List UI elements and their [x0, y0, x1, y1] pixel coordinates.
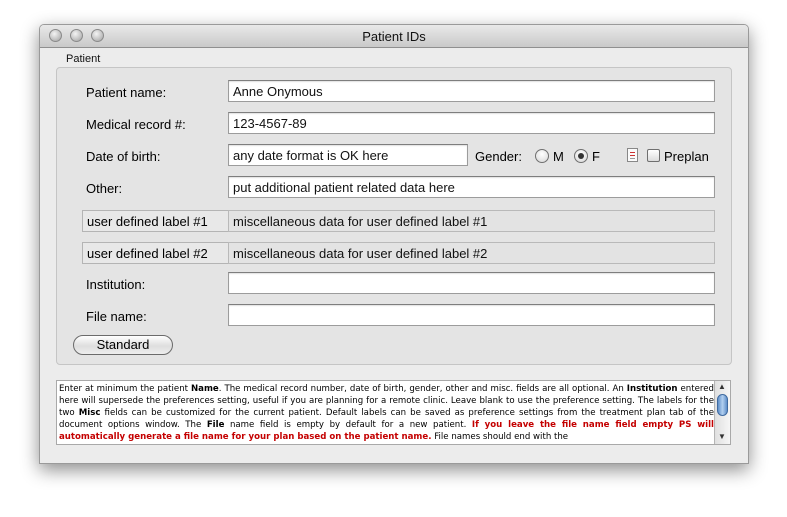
medical-record-label: Medical record #:: [86, 117, 186, 132]
help-text: Enter at minimum the patient Name. The m…: [59, 384, 714, 442]
help-scrollbar[interactable]: ▲ ▼: [714, 381, 730, 444]
date-of-birth-label: Date of birth:: [86, 149, 161, 164]
misc1-label-field[interactable]: user defined label #1: [82, 210, 238, 232]
preplan-checkbox[interactable]: [647, 149, 660, 162]
other-field[interactable]: put additional patient related data here: [228, 176, 715, 198]
gender-label: Gender:: [475, 149, 522, 164]
patient-group-box: Patient name: Anne Onymous Medical recor…: [56, 67, 732, 365]
group-title: Patient: [66, 53, 101, 65]
misc2-field[interactable]: miscellaneous data for user defined labe…: [228, 242, 715, 264]
misc1-field[interactable]: miscellaneous data for user defined labe…: [228, 210, 715, 232]
gender-f-label: F: [592, 149, 600, 164]
gender-m-radio[interactable]: [535, 149, 549, 163]
preplan-label: Preplan: [664, 149, 709, 164]
institution-label: Institution:: [86, 277, 146, 292]
patient-name-field[interactable]: Anne Onymous: [228, 80, 715, 102]
help-text-area[interactable]: Enter at minimum the patient Name. The m…: [56, 380, 731, 445]
document-icon[interactable]: [627, 148, 638, 162]
medical-record-field[interactable]: 123-4567-89: [228, 112, 715, 134]
institution-field[interactable]: [228, 272, 715, 294]
triangle-up-icon[interactable]: ▲: [718, 382, 726, 391]
standard-button[interactable]: Standard: [73, 335, 173, 355]
title-bar[interactable]: Patient IDs: [40, 25, 748, 48]
date-of-birth-field[interactable]: any date format is OK here: [228, 144, 468, 166]
file-name-label: File name:: [86, 309, 147, 324]
patient-ids-window: Patient IDs Patient Patient name: Anne O…: [39, 24, 749, 464]
window-title: Patient IDs: [362, 29, 426, 44]
patient-name-label: Patient name:: [86, 85, 167, 100]
misc2-label-field[interactable]: user defined label #2: [82, 242, 238, 264]
scroll-thumb[interactable]: [717, 394, 728, 416]
other-label: Other:: [86, 181, 123, 196]
gender-f-radio[interactable]: [574, 149, 588, 163]
file-name-field[interactable]: [228, 304, 715, 326]
triangle-down-icon[interactable]: ▼: [718, 432, 726, 441]
gender-m-label: M: [553, 149, 564, 164]
